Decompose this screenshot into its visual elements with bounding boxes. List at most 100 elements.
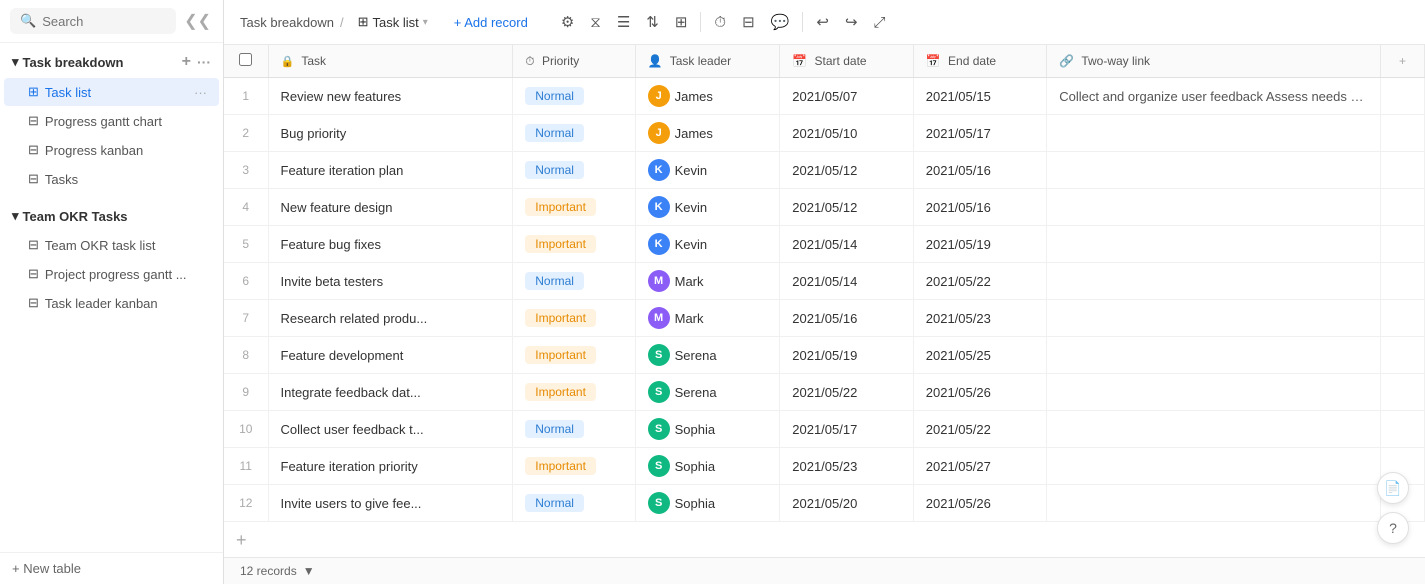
start-date-cell[interactable]: 2021/05/20 [780, 485, 914, 522]
task-cell[interactable]: Review new features [268, 78, 513, 115]
end-date-cell[interactable]: 2021/05/25 [913, 337, 1047, 374]
task-cell[interactable]: Feature iteration priority [268, 448, 513, 485]
link-cell[interactable] [1047, 374, 1381, 411]
task-cell[interactable]: Feature development [268, 337, 513, 374]
fields-button[interactable]: ☰ [610, 8, 637, 36]
priority-cell[interactable]: Normal [513, 411, 635, 448]
link-cell[interactable] [1047, 485, 1381, 522]
priority-cell[interactable]: Normal [513, 485, 635, 522]
link-cell[interactable] [1047, 226, 1381, 263]
sidebar-item-tasks[interactable]: ⊟ Tasks [4, 165, 219, 193]
search-box[interactable]: 🔍 [10, 8, 176, 34]
end-date-cell[interactable]: 2021/05/17 [913, 115, 1047, 152]
select-all-checkbox[interactable] [239, 53, 252, 66]
start-date-cell[interactable]: 2021/05/14 [780, 226, 914, 263]
task-cell[interactable]: New feature design [268, 189, 513, 226]
col-priority[interactable]: ⏱ Priority [513, 45, 635, 78]
leader-cell[interactable]: S Serena [635, 374, 780, 411]
link-cell[interactable] [1047, 411, 1381, 448]
sort-button[interactable]: ⇅ [639, 8, 666, 36]
sidebar-item-progress-kanban[interactable]: ⊟ Progress kanban [4, 136, 219, 164]
settings-button[interactable]: ⚙ [554, 8, 581, 36]
group-more-icon[interactable]: ··· [197, 54, 211, 70]
priority-cell[interactable]: Normal [513, 115, 635, 152]
priority-cell[interactable]: Normal [513, 152, 635, 189]
task-cell[interactable]: Integrate feedback dat... [268, 374, 513, 411]
task-cell[interactable]: Feature bug fixes [268, 226, 513, 263]
end-date-cell[interactable]: 2021/05/26 [913, 485, 1047, 522]
task-cell[interactable]: Invite beta testers [268, 263, 513, 300]
add-row-button[interactable]: + [224, 522, 1425, 557]
sidebar-item-task-leader-kanban[interactable]: ⊟ Task leader kanban [4, 289, 219, 317]
leader-cell[interactable]: S Sophia [635, 448, 780, 485]
priority-cell[interactable]: Important [513, 226, 635, 263]
new-table-button[interactable]: + New table [0, 552, 223, 584]
leader-cell[interactable]: S Serena [635, 337, 780, 374]
end-date-cell[interactable]: 2021/05/26 [913, 374, 1047, 411]
start-date-cell[interactable]: 2021/05/07 [780, 78, 914, 115]
view-selector[interactable]: ⊞ Task list ▾ [350, 10, 436, 34]
item-more-icon[interactable]: ··· [194, 85, 207, 100]
leader-cell[interactable]: M Mark [635, 263, 780, 300]
start-date-cell[interactable]: 2021/05/17 [780, 411, 914, 448]
start-date-cell[interactable]: 2021/05/23 [780, 448, 914, 485]
col-task[interactable]: 🔒 Task [268, 45, 513, 78]
end-date-cell[interactable]: 2021/05/19 [913, 226, 1047, 263]
end-date-cell[interactable]: 2021/05/16 [913, 152, 1047, 189]
link-cell[interactable] [1047, 115, 1381, 152]
chat-button[interactable]: 💬 [764, 8, 797, 36]
sidebar-group-header-task-breakdown[interactable]: ▾ Task breakdown + ··· [0, 47, 223, 77]
link-cell[interactable] [1047, 263, 1381, 300]
task-cell[interactable]: Bug priority [268, 115, 513, 152]
end-date-cell[interactable]: 2021/05/16 [913, 189, 1047, 226]
end-date-cell[interactable]: 2021/05/15 [913, 78, 1047, 115]
leader-cell[interactable]: K Kevin [635, 189, 780, 226]
leader-cell[interactable]: J James [635, 115, 780, 152]
link-cell[interactable] [1047, 152, 1381, 189]
col-end-date[interactable]: 📅 End date [913, 45, 1047, 78]
leader-cell[interactable]: S Sophia [635, 485, 780, 522]
priority-cell[interactable]: Important [513, 337, 635, 374]
leader-cell[interactable]: J James [635, 78, 780, 115]
undo-button[interactable]: ↩ [809, 8, 836, 36]
priority-cell[interactable]: Important [513, 300, 635, 337]
start-date-cell[interactable]: 2021/05/14 [780, 263, 914, 300]
leader-cell[interactable]: M Mark [635, 300, 780, 337]
collapse-sidebar-button[interactable]: ❮❮ [182, 9, 213, 33]
table-view-button[interactable]: ⊟ [735, 8, 762, 36]
sidebar-item-project-progress-gantt[interactable]: ⊟ Project progress gantt ... [4, 260, 219, 288]
leader-cell[interactable]: S Sophia [635, 411, 780, 448]
search-input[interactable] [42, 14, 166, 29]
clock-button[interactable]: ⏱ [707, 9, 733, 36]
link-cell[interactable] [1047, 189, 1381, 226]
col-start-date[interactable]: 📅 Start date [780, 45, 914, 78]
link-cell[interactable] [1047, 337, 1381, 374]
sidebar-item-task-list[interactable]: ⊞ Task list ··· [4, 78, 219, 106]
priority-cell[interactable]: Important [513, 374, 635, 411]
sidebar-item-progress-gantt[interactable]: ⊟ Progress gantt chart [4, 107, 219, 135]
floating-page-button[interactable]: 📄 [1377, 472, 1409, 504]
start-date-cell[interactable]: 2021/05/22 [780, 374, 914, 411]
leader-cell[interactable]: K Kevin [635, 226, 780, 263]
start-date-cell[interactable]: 2021/05/12 [780, 189, 914, 226]
sidebar-group-header-team-okr[interactable]: ▾ Team OKR Tasks [0, 202, 223, 230]
floating-help-button[interactable]: ? [1377, 512, 1409, 544]
col-task-leader[interactable]: 👤 Task leader [635, 45, 780, 78]
priority-cell[interactable]: Important [513, 189, 635, 226]
task-cell[interactable]: Research related produ... [268, 300, 513, 337]
start-date-cell[interactable]: 2021/05/12 [780, 152, 914, 189]
leader-cell[interactable]: K Kevin [635, 152, 780, 189]
priority-cell[interactable]: Normal [513, 263, 635, 300]
end-date-cell[interactable]: 2021/05/22 [913, 411, 1047, 448]
records-chevron[interactable]: ▼ [303, 564, 315, 578]
link-cell[interactable] [1047, 448, 1381, 485]
add-record-button[interactable]: + Add record [444, 11, 538, 34]
link-cell[interactable]: Collect and organize user feedback Asses… [1047, 78, 1381, 115]
redo-button[interactable]: ↪ [838, 8, 865, 36]
priority-cell[interactable]: Important [513, 448, 635, 485]
task-cell[interactable]: Feature iteration plan [268, 152, 513, 189]
end-date-cell[interactable]: 2021/05/22 [913, 263, 1047, 300]
expand-button[interactable]: ⤢ [867, 9, 893, 36]
end-date-cell[interactable]: 2021/05/23 [913, 300, 1047, 337]
start-date-cell[interactable]: 2021/05/16 [780, 300, 914, 337]
